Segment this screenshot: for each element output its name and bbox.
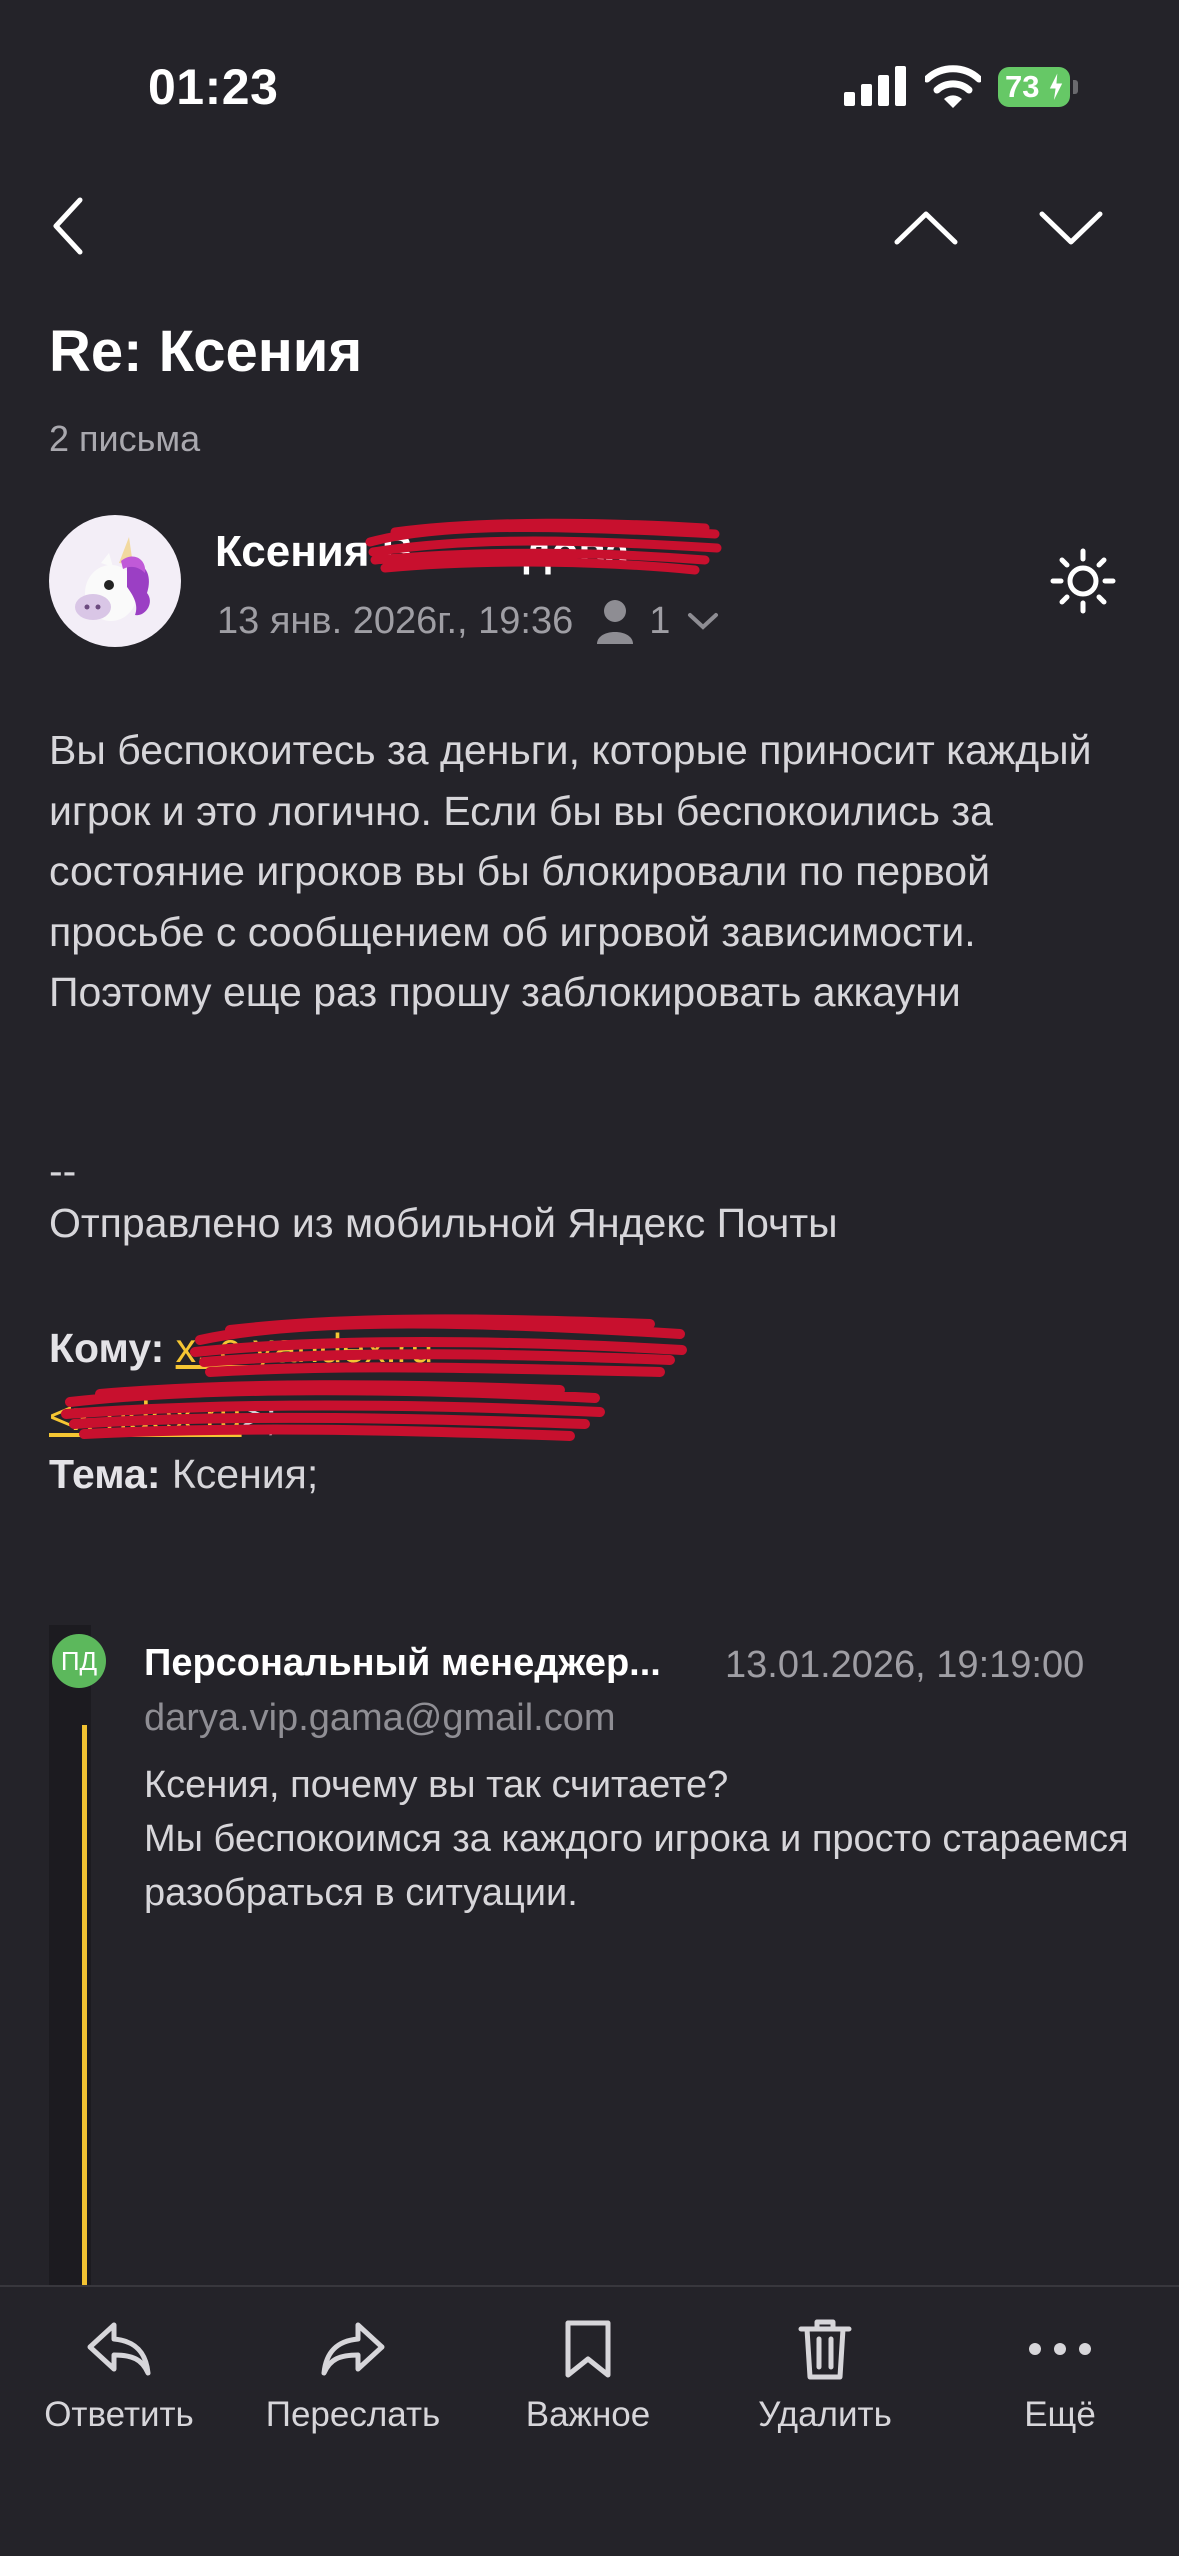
wifi-icon	[925, 65, 981, 108]
bottom-toolbar: Ответить Переслать Важное Удалить Ещё	[0, 2285, 1179, 2556]
quoted-date: 13.01.2026, 19:19:00	[725, 1644, 1085, 1686]
back-icon[interactable]	[48, 196, 92, 256]
reply-icon	[87, 2322, 151, 2376]
message-body: Вы беспокоитесь за деньги, которые прино…	[49, 727, 1092, 1015]
trash-icon	[798, 2319, 852, 2380]
quoted-sender-name[interactable]: Персональный менеджер...	[144, 1642, 661, 1685]
signature-separator: --	[49, 1148, 77, 1194]
subject-value: Ксения;	[171, 1451, 319, 1497]
status-time: 01:23	[148, 59, 279, 115]
thread-title: Re: Ксения	[49, 319, 363, 384]
reply-button[interactable]: Ответить	[34, 2317, 204, 2435]
quoted-body: Ксения, почему вы так считаете? Мы беспо…	[144, 1764, 1129, 1914]
forward-button[interactable]: Переслать	[253, 2317, 453, 2435]
recipients-count: 1	[649, 599, 671, 642]
chevron-up-icon[interactable]	[893, 208, 959, 248]
expand-chevron-icon[interactable]	[686, 611, 720, 631]
sender-meta[interactable]: 13 янв. 2026г., 19:36 1	[217, 598, 720, 644]
subject-label: Тема:	[49, 1451, 161, 1497]
message-date: 13 янв. 2026г., 19:36	[217, 599, 574, 642]
more-label: Ещё	[1024, 2395, 1096, 2434]
signal-icon	[844, 66, 906, 106]
battery-icon: 73	[998, 67, 1078, 107]
reply-label: Ответить	[44, 2395, 194, 2434]
signature: Отправлено из мобильной Яндекс Почты	[49, 1200, 838, 1246]
forward-icon	[321, 2322, 385, 2376]
sun-icon[interactable]	[1050, 548, 1116, 614]
chevron-down-icon[interactable]	[1038, 208, 1104, 248]
important-label: Важное	[525, 2395, 651, 2434]
subject-row: Тема: Ксения;	[49, 1451, 318, 1498]
quoted-sender-email[interactable]: darya.vip.gama@gmail.com	[144, 1697, 616, 1740]
to-label: Кому:	[49, 1325, 165, 1371]
forward-label: Переслать	[265, 2395, 441, 2434]
redaction-scribble	[61, 1380, 605, 1441]
more-icon	[1029, 2343, 1091, 2355]
unicorn-icon	[75, 537, 150, 621]
quote-line	[82, 1725, 87, 2285]
more-button[interactable]: Ещё	[1000, 2317, 1120, 2435]
bookmark-icon	[565, 2320, 611, 2378]
delete-label: Удалить	[758, 2395, 892, 2434]
avatar[interactable]	[49, 515, 181, 647]
important-button[interactable]: Важное	[508, 2317, 668, 2435]
message-count: 2 письма	[49, 418, 201, 459]
person-icon	[597, 600, 634, 644]
avatar[interactable]: ПД	[52, 1634, 106, 1688]
battery-level: 73	[1005, 69, 1040, 104]
redaction-scribble	[365, 518, 722, 575]
delete-button[interactable]: Удалить	[740, 2317, 910, 2435]
